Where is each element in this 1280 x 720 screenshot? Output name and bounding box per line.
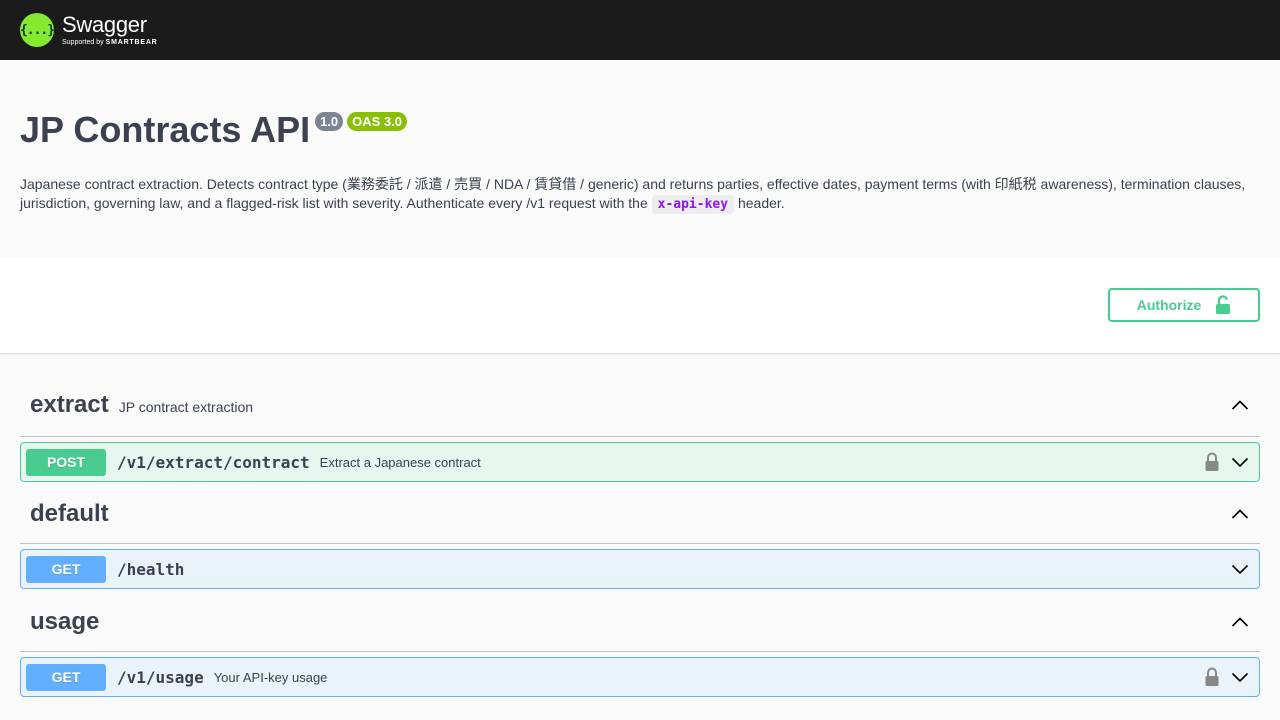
page-title: JP Contracts API (20, 109, 311, 150)
title-row: JP Contracts API 1.0 OAS 3.0 (20, 110, 1260, 150)
lock-icon[interactable] (1204, 667, 1220, 687)
opblock-controls (1204, 667, 1254, 687)
authorize-label: Authorize (1136, 297, 1202, 313)
chevron-down-icon[interactable] (1230, 559, 1250, 579)
endpoint-summary: Extract a Japanese contract (319, 454, 481, 470)
oas-badge: OAS 3.0 (347, 112, 408, 131)
chevron-up-icon[interactable] (1230, 395, 1250, 415)
chevron-down-icon[interactable] (1230, 452, 1250, 472)
opblock-get-usage[interactable]: GET /v1/usage Your API-key usage (20, 657, 1260, 697)
scheme-container: Authorize (0, 257, 1280, 353)
swagger-logo[interactable]: {...} Swagger Supported by SMARTBEAR (20, 13, 158, 47)
swagger-logo-icon: {...} (20, 13, 55, 47)
endpoint-path: /v1/extract/contract (117, 452, 310, 472)
chevron-down-icon[interactable] (1230, 667, 1250, 687)
tag-name: usage (30, 607, 100, 635)
tag-header-default[interactable]: default (20, 484, 1260, 544)
logo-subtitle: Supported by SMARTBEAR (62, 39, 158, 46)
chevron-up-icon[interactable] (1230, 612, 1250, 632)
endpoint-summary: Your API-key usage (213, 669, 328, 685)
desc-text-before: Japanese contract extraction. Detects co… (20, 176, 1246, 211)
tag-description: JP contract extraction (118, 398, 254, 415)
topbar: {...} Swagger Supported by SMARTBEAR (0, 0, 1280, 60)
api-key-code: x-api-key (651, 195, 735, 214)
api-info: JP Contracts API 1.0 OAS 3.0 Japanese co… (0, 60, 1280, 257)
tag-header-extract[interactable]: extract JP contract extraction (20, 373, 1260, 437)
method-badge: GET (26, 663, 106, 691)
lock-icon[interactable] (1204, 452, 1220, 472)
unlock-icon (1215, 295, 1231, 315)
authorize-button[interactable]: Authorize (1108, 288, 1260, 322)
logo-sub-prefix: Supported by (62, 39, 104, 46)
operations: extract JP contract extraction POST /v1/… (0, 353, 1280, 697)
opblock-controls (1230, 559, 1254, 579)
tag-section-default: default GET /health (20, 484, 1260, 589)
desc-text-after: header. (734, 195, 785, 211)
endpoint-path: /v1/usage (117, 667, 204, 687)
tag-section-extract: extract JP contract extraction POST /v1/… (20, 373, 1260, 482)
chevron-up-icon[interactable] (1230, 504, 1250, 524)
tag-name: extract (30, 390, 109, 418)
logo-text: Swagger Supported by SMARTBEAR (62, 12, 158, 47)
opblock-get-health[interactable]: GET /health (20, 549, 1260, 589)
method-badge: GET (26, 555, 106, 583)
opblock-controls (1204, 452, 1254, 472)
version-badge: 1.0 (315, 112, 344, 131)
logo-name: Swagger (62, 12, 147, 37)
api-description: Japanese contract extraction. Detects co… (20, 175, 1260, 214)
endpoint-path: /health (117, 559, 185, 579)
logo-sub-brand: SMARTBEAR (105, 39, 158, 46)
opblock-post-extract-contract[interactable]: POST /v1/extract/contract Extract a Japa… (20, 442, 1260, 482)
tag-header-usage[interactable]: usage (20, 592, 1260, 652)
tag-name: default (30, 499, 109, 527)
tag-section-usage: usage GET /v1/usage Your API-key usage (20, 592, 1260, 697)
method-badge: POST (26, 448, 106, 476)
